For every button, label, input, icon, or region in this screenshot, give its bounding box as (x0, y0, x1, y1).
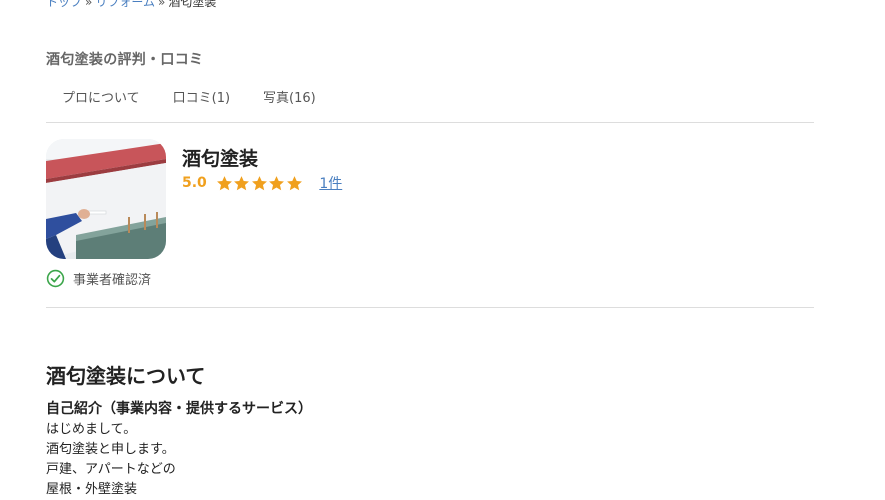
star-icon (269, 175, 285, 190)
verified-badge: 事業者確認済 (46, 269, 151, 288)
intro-subtitle: 自己紹介（事業内容・提供するサービス） (46, 401, 312, 417)
intro-line: 戸建、アパートなどの (46, 462, 176, 477)
divider (46, 307, 814, 308)
intro-line: 酒匂塗装と申します。 (46, 442, 175, 457)
review-count-link[interactable]: 1件 (319, 173, 342, 193)
tab-photos[interactable]: 写真(16) (263, 87, 316, 106)
verified-label: 事業者確認済 (73, 273, 152, 288)
about-title: 酒匂塗装について (46, 364, 206, 388)
rating-score: 5.0 (182, 175, 207, 191)
pro-name: 酒匂塗装 (182, 148, 259, 170)
star-rating (216, 175, 304, 192)
breadcrumb-separator: » (158, 0, 166, 9)
intro-text: はじめまして。 酒匂塗装と申します。 戸建、アパートなどの 屋根・外壁塗装 (46, 420, 176, 500)
breadcrumb-separator: » (85, 0, 93, 9)
reviews-section-heading: 酒匂塗装の評判・口コミ (46, 52, 204, 68)
rating-row: 5.0 1件 (182, 173, 342, 193)
painter-photo-illustration (46, 139, 166, 259)
page: トップ» リフォーム» 酒匂塗装 酒匂塗装の評判・口コミ プロについて 口コミ(1)… (0, 0, 885, 500)
intro-line: 屋根・外壁塗装 (46, 482, 138, 497)
star-icon (234, 175, 250, 190)
star-icon (216, 175, 232, 190)
profile-tabs: プロについて 口コミ(1) 写真(16) (62, 87, 349, 106)
breadcrumb-current: 酒匂塗装 (168, 0, 217, 9)
tab-about[interactable]: プロについて (62, 87, 140, 106)
breadcrumb: トップ» リフォーム» 酒匂塗装 (46, 0, 216, 10)
breadcrumb-reform-link[interactable]: リフォーム (95, 0, 155, 9)
check-circle-icon (46, 269, 65, 288)
tab-reviews[interactable]: 口コミ(1) (173, 87, 230, 106)
breadcrumb-top-link[interactable]: トップ (46, 0, 82, 9)
star-icon (251, 175, 267, 190)
intro-line: はじめまして。 (46, 422, 137, 437)
star-icon (286, 175, 302, 190)
pro-profile-photo (46, 139, 166, 259)
divider (46, 122, 814, 123)
